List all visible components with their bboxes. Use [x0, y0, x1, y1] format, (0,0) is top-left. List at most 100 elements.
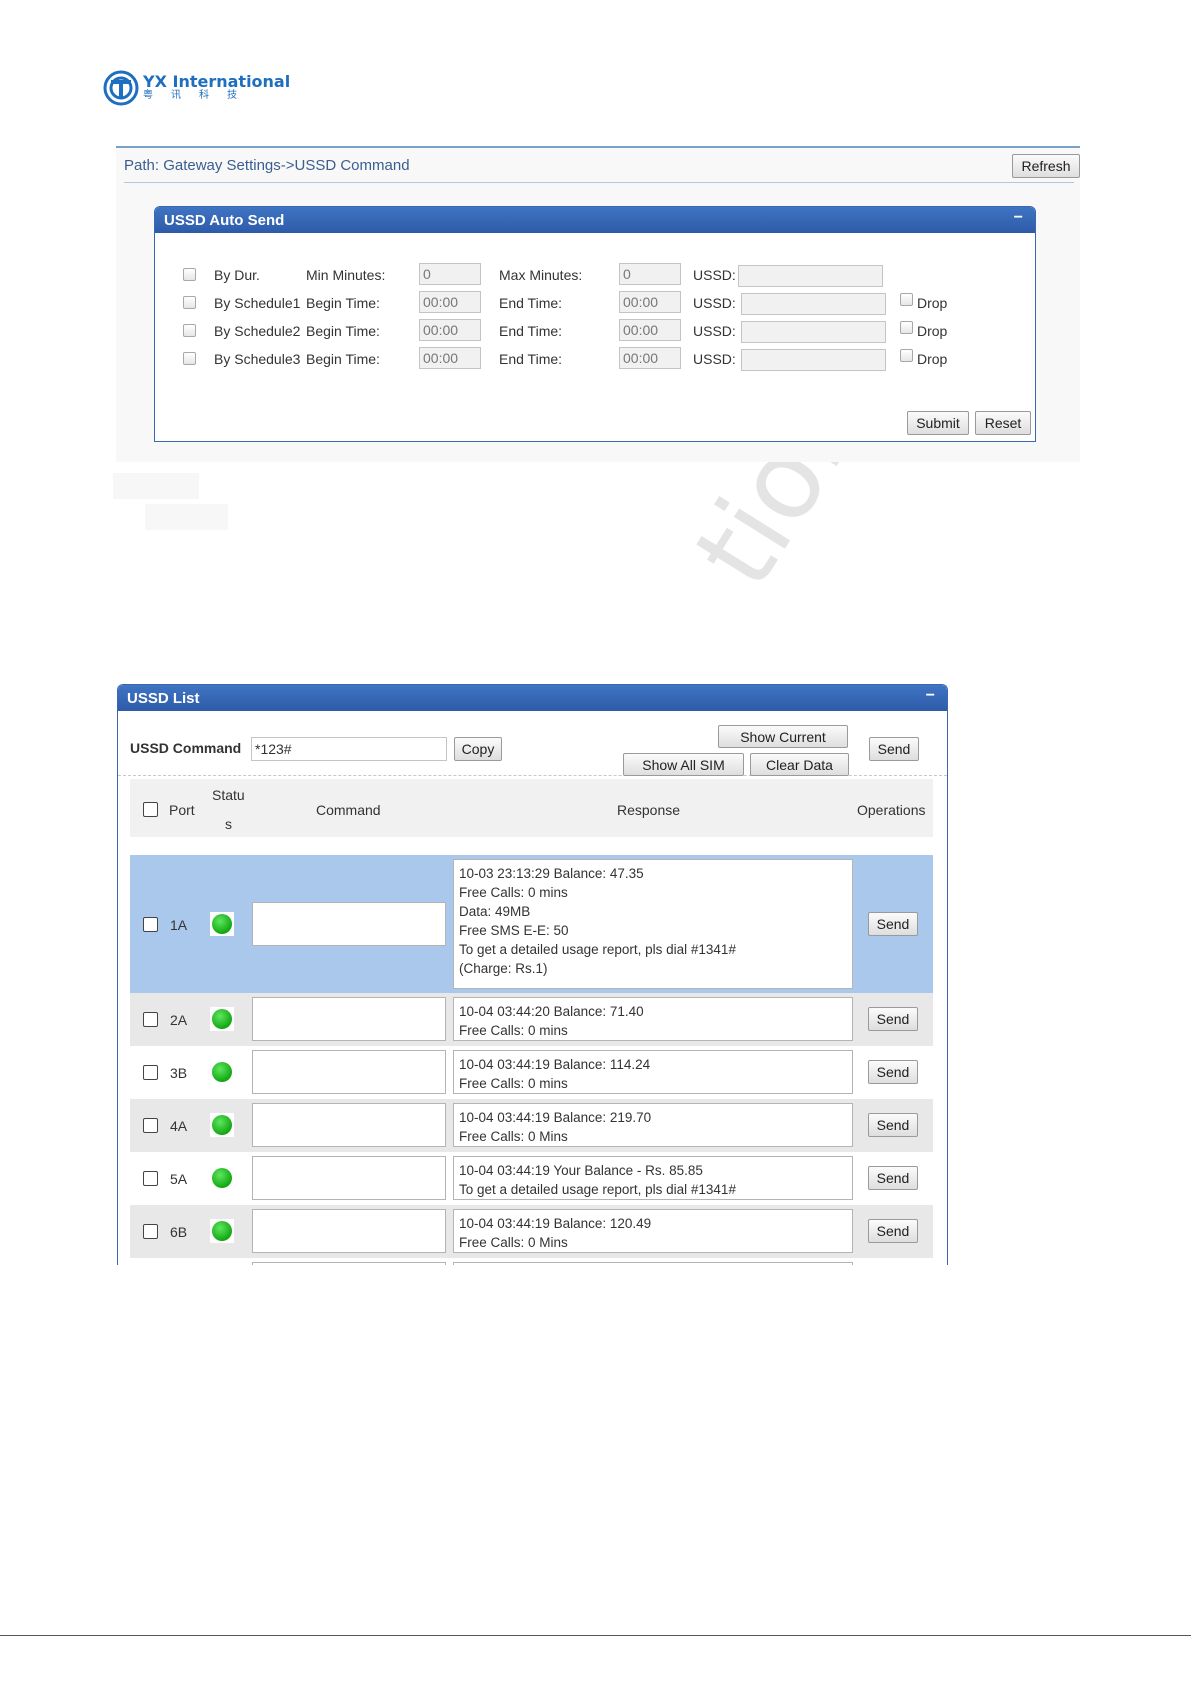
row-send-button[interactable]: Send	[868, 1166, 918, 1190]
row-command-input[interactable]	[252, 997, 446, 1041]
ussd-list-title: USSD List	[127, 690, 200, 707]
status-online-icon	[210, 1007, 234, 1031]
row-response: 10-04 03:44:19 Balance: 114.24 Free Call…	[453, 1050, 853, 1094]
max-minutes-label: Max Minutes:	[499, 267, 583, 283]
minimize-icon[interactable]: −	[926, 687, 935, 705]
port-label: 1A	[170, 917, 188, 933]
min-minutes-input[interactable]	[419, 263, 481, 285]
send-all-button[interactable]: Send	[869, 737, 919, 761]
row-response: 10-04 03:44:20 Balance: 71.40 Free Calls…	[453, 997, 853, 1041]
clear-data-button[interactable]: Clear Data	[750, 753, 849, 776]
table-row[interactable]: 3B 10-04 03:44:19 Balance: 114.24 Free C…	[130, 1046, 933, 1099]
schedule-1-drop-checkbox[interactable]	[900, 293, 913, 306]
schedule-1-end-input[interactable]	[619, 291, 681, 313]
ussd-command-label: USSD Command	[130, 740, 242, 756]
schedule-2-checkbox[interactable]	[183, 324, 196, 337]
row-command-input[interactable]	[252, 1103, 446, 1147]
select-all-checkbox[interactable]	[143, 802, 158, 817]
row-response: 10-04 03:44:19 Balance: 219.70 Free Call…	[453, 1103, 853, 1147]
port-label: 3B	[170, 1065, 188, 1081]
submit-button[interactable]: Submit	[907, 411, 969, 435]
ussd-command-bar: USSD Command Copy Show Current Show All …	[118, 713, 947, 776]
drop-label: Drop	[917, 351, 948, 367]
port-label: 4A	[170, 1118, 188, 1134]
status-online-icon	[210, 1113, 234, 1137]
row-send-button[interactable]: Send	[868, 1113, 918, 1137]
drop-label: Drop	[917, 323, 948, 339]
row-checkbox[interactable]	[143, 1012, 158, 1027]
reset-button[interactable]: Reset	[975, 411, 1031, 435]
row-send-button[interactable]: Send	[868, 1007, 918, 1031]
table-row[interactable]: 4A 10-04 03:44:19 Balance: 219.70 Free C…	[130, 1099, 933, 1152]
column-status: Statu	[212, 787, 245, 803]
schedule-3-begin-input[interactable]	[419, 347, 481, 369]
by-dur-checkbox[interactable]	[183, 268, 196, 281]
row-command-input[interactable]	[252, 1050, 446, 1094]
blank-block	[113, 473, 199, 499]
schedule-3-label: By Schedule3	[214, 351, 301, 367]
begin-time-label: Begin Time:	[306, 323, 380, 339]
ussd-command-input[interactable]	[251, 737, 447, 761]
path-bar: Path: Gateway Settings->USSD Command Ref…	[124, 148, 1080, 183]
row-checkbox[interactable]	[143, 917, 158, 932]
schedule-2-label: By Schedule2	[214, 323, 301, 339]
ussd-command-panel: Path: Gateway Settings->USSD Command Ref…	[116, 146, 1080, 462]
table-row[interactable]: 5A 10-04 03:44:19 Your Balance - Rs. 85.…	[130, 1152, 933, 1205]
logo-subtitle: 粤讯科技	[143, 90, 255, 101]
table-row[interactable]: 1A 10-03 23:13:29 Balance: 47.35 Free Ca…	[130, 855, 933, 993]
begin-time-label: Begin Time:	[306, 295, 380, 311]
row-command-input[interactable]	[252, 1209, 446, 1253]
schedule-3-row: By Schedule3 Begin Time: End Time: USSD:…	[155, 347, 1035, 371]
show-all-sim-button[interactable]: Show All SIM	[623, 753, 744, 776]
row-response	[453, 1262, 853, 1265]
ussd-list-panel: USSD List − USSD Command Copy Show Curre…	[117, 684, 948, 1265]
row-send-button[interactable]: Send	[868, 1219, 918, 1243]
breadcrumb: Path: Gateway Settings->USSD Command	[124, 157, 410, 174]
end-time-label: End Time:	[499, 295, 563, 311]
schedule-3-drop-checkbox[interactable]	[900, 349, 913, 362]
schedule-3-checkbox[interactable]	[183, 352, 196, 365]
table-row-partial	[130, 1258, 933, 1265]
table-row[interactable]: 2A 10-04 03:44:20 Balance: 71.40 Free Ca…	[130, 993, 933, 1046]
row-command-input[interactable]	[252, 902, 446, 946]
row-command-input[interactable]	[252, 1156, 446, 1200]
schedule-2-begin-input[interactable]	[419, 319, 481, 341]
column-status-wrap: s	[225, 816, 232, 832]
show-current-button[interactable]: Show Current	[718, 725, 848, 748]
row-checkbox[interactable]	[143, 1171, 158, 1186]
auto-send-header: USSD Auto Send −	[155, 207, 1035, 233]
status-online-icon	[210, 1060, 234, 1084]
by-dur-label: By Dur.	[214, 267, 260, 283]
schedule-1-begin-input[interactable]	[419, 291, 481, 313]
row-command-input	[252, 1262, 446, 1265]
schedule-2-ussd-input[interactable]	[741, 321, 886, 343]
by-dur-ussd-input[interactable]	[738, 265, 883, 287]
begin-time-label: Begin Time:	[306, 351, 380, 367]
ussd-label: USSD:	[693, 267, 736, 283]
column-command: Command	[316, 802, 381, 818]
row-send-button[interactable]: Send	[868, 1060, 918, 1084]
row-checkbox[interactable]	[143, 1065, 158, 1080]
row-checkbox[interactable]	[143, 1224, 158, 1239]
minimize-icon[interactable]: −	[1014, 209, 1023, 227]
status-online-icon	[210, 1166, 234, 1190]
ussd-label: USSD:	[693, 323, 736, 339]
schedule-1-checkbox[interactable]	[183, 296, 196, 309]
port-label: 6B	[170, 1224, 188, 1240]
row-send-button[interactable]: Send	[868, 912, 918, 936]
max-minutes-input[interactable]	[619, 263, 681, 285]
table-row[interactable]: 6B 10-04 03:44:19 Balance: 120.49 Free C…	[130, 1205, 933, 1258]
ussd-label: USSD:	[693, 295, 736, 311]
by-dur-row: By Dur. Min Minutes: Max Minutes: USSD:	[155, 263, 1035, 287]
schedule-3-ussd-input[interactable]	[741, 349, 886, 371]
copy-button[interactable]: Copy	[454, 737, 502, 761]
schedule-3-end-input[interactable]	[619, 347, 681, 369]
schedule-2-end-input[interactable]	[619, 319, 681, 341]
ussd-auto-send-box: USSD Auto Send − By Dur. Min Minutes: Ma…	[154, 206, 1036, 442]
schedule-2-drop-checkbox[interactable]	[900, 321, 913, 334]
status-online-icon	[210, 912, 234, 936]
schedule-1-ussd-input[interactable]	[741, 293, 886, 315]
row-checkbox[interactable]	[143, 1118, 158, 1133]
end-time-label: End Time:	[499, 323, 563, 339]
refresh-button[interactable]: Refresh	[1012, 154, 1080, 178]
